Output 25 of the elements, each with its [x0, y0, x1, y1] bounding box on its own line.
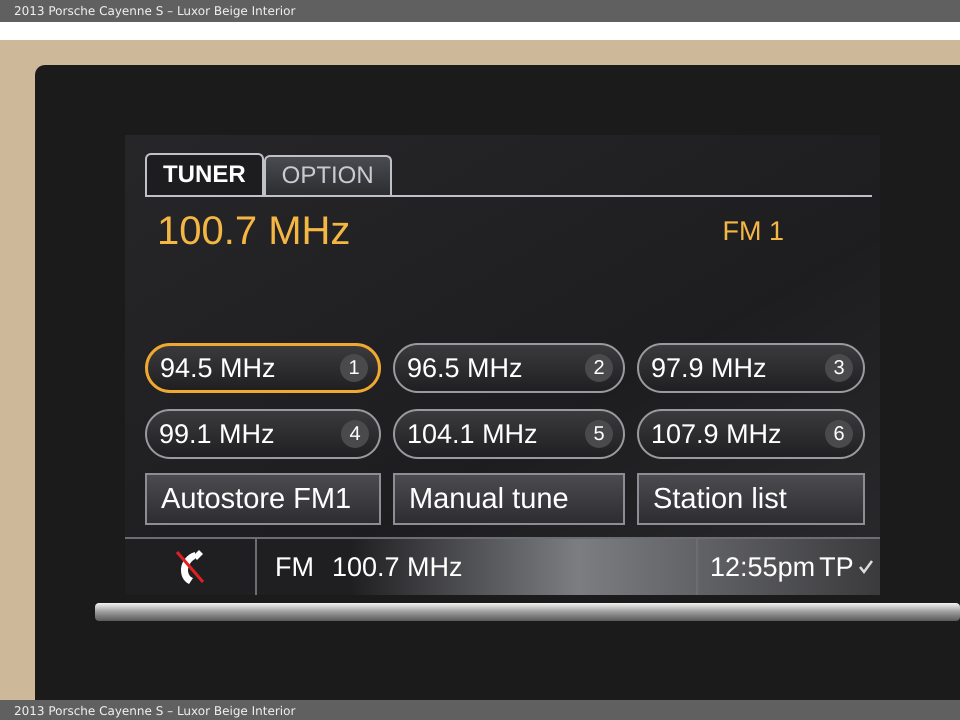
- status-frequency: 100.7 MHz: [332, 552, 463, 583]
- preset-number: 6: [825, 420, 853, 448]
- band-text: FM: [275, 552, 314, 583]
- tab[interactable]: TUNER: [145, 153, 264, 195]
- tab[interactable]: OPTION: [264, 155, 392, 195]
- menu-button[interactable]: Manual tune: [393, 473, 625, 526]
- current-frequency: 100.7 MHz: [157, 209, 350, 254]
- band-label: FM 1: [722, 216, 784, 248]
- preset-button[interactable]: 104.1 MHz 5: [393, 409, 625, 460]
- preset-number: 4: [341, 420, 369, 448]
- preset-number: 5: [585, 420, 613, 448]
- traffic-program-label: TP: [819, 552, 854, 583]
- preset-button[interactable]: 99.1 MHz 4: [145, 409, 381, 460]
- preset-number: 3: [825, 354, 853, 382]
- preset-button[interactable]: 96.5 MHz 2: [393, 343, 625, 394]
- menu-button[interactable]: Autostore FM1: [145, 473, 381, 526]
- preset-number: 1: [340, 354, 368, 382]
- preset-number: 2: [585, 354, 613, 382]
- preset-button[interactable]: 107.9 MHz 6: [637, 409, 865, 460]
- menu-button[interactable]: Station list: [637, 473, 865, 526]
- clock-time: 12:55pm: [710, 552, 816, 583]
- photo-caption: 2013 Porsche Cayenne S – Luxor Beige Interior: [14, 703, 296, 720]
- preset-button[interactable]: 94.5 MHz 1: [145, 343, 381, 394]
- photo-caption: 2013 Porsche Cayenne S – Luxor Beige Interior: [14, 3, 296, 20]
- preset-button[interactable]: 97.9 MHz 3: [637, 343, 865, 394]
